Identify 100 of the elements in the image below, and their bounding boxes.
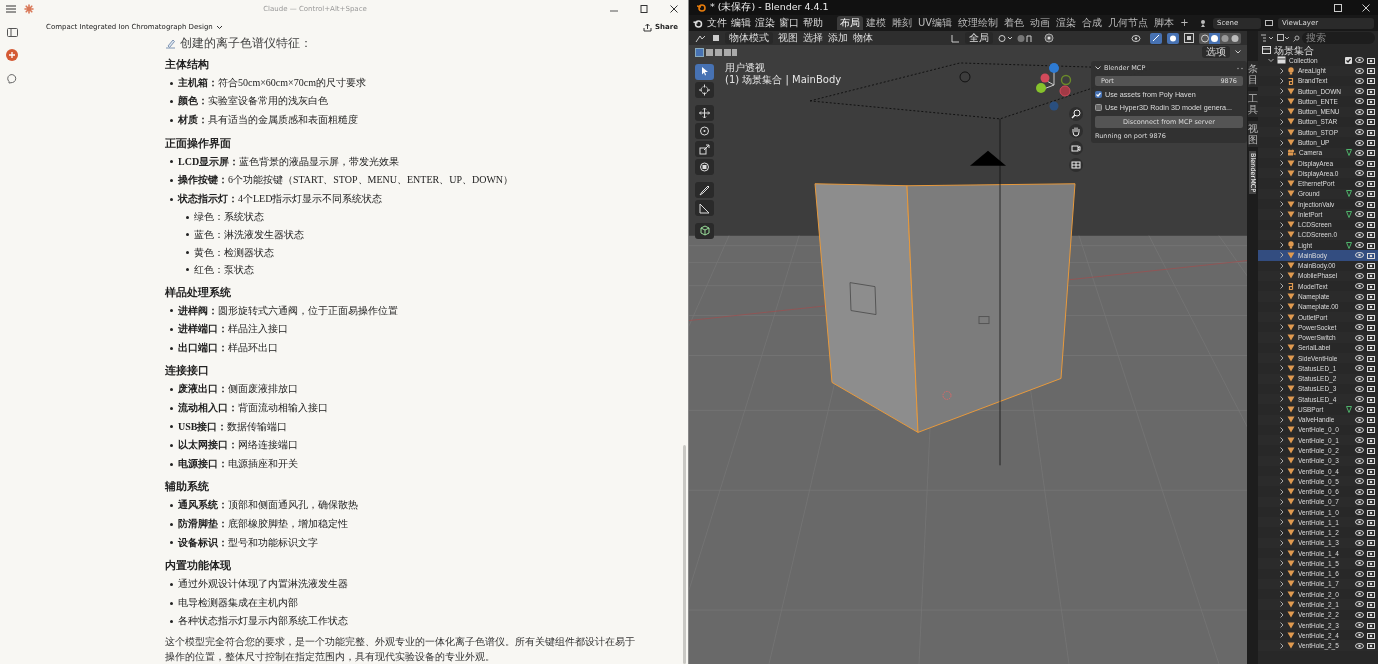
workspace-tab[interactable]: 合成 [1079,16,1106,30]
camera-icon[interactable] [1367,375,1375,383]
data-icon[interactable] [1346,149,1352,157]
camera-icon[interactable] [1367,231,1375,239]
eye-icon[interactable] [1355,396,1364,403]
menu-item[interactable]: 文件 [707,17,727,29]
camera-icon[interactable] [1367,293,1375,300]
workspace-tab[interactable]: 动画 [1027,16,1054,30]
eye-icon[interactable] [1355,77,1364,84]
eye-icon[interactable] [1355,529,1364,536]
select-tool-icon[interactable] [695,64,714,80]
axes-icon[interactable] [950,33,960,43]
camera-icon[interactable] [1367,56,1375,64]
camera-icon[interactable] [1367,395,1375,403]
sidebar-tab[interactable]: 条目 [1247,61,1258,87]
camera-icon[interactable] [1367,539,1375,547]
menu-item[interactable]: 物体 [853,32,873,44]
eye-icon[interactable] [1355,252,1364,259]
camera-icon[interactable] [1367,549,1375,557]
camera-icon[interactable] [1367,210,1375,218]
eye-icon[interactable] [1355,406,1364,413]
workspace-tab[interactable]: 纹理绘制 [955,16,1002,30]
data-icon[interactable] [1346,405,1352,413]
eye-icon[interactable] [1355,632,1364,639]
eye-icon[interactable] [1355,447,1364,454]
eye-icon[interactable] [1355,160,1364,167]
menu-item[interactable]: 编辑 [731,17,751,29]
eye-icon[interactable] [1355,242,1364,249]
zoom-icon[interactable] [1069,107,1083,121]
eye-icon[interactable] [1355,88,1364,95]
filter-icon[interactable] [1277,34,1289,42]
sidebar-icon[interactable] [6,28,18,37]
camera-icon[interactable] [1367,447,1375,454]
checkbox[interactable] [1095,104,1102,111]
camera-icon[interactable] [1367,108,1375,116]
eye-icon[interactable] [1355,355,1364,362]
scrollbar-thumb[interactable] [683,445,686,664]
eye-icon[interactable] [1355,539,1364,546]
workspace-tab[interactable]: 着色 [1001,16,1028,30]
camera-icon[interactable] [1367,611,1375,619]
eye-icon[interactable] [1355,129,1364,136]
eye-icon[interactable] [1355,550,1364,557]
eye-icon[interactable] [1355,98,1364,105]
search-field[interactable]: 搜索 [1302,32,1375,44]
eye-icon[interactable] [1355,303,1364,310]
eye-icon[interactable] [1355,324,1364,331]
chat-icon[interactable] [6,73,18,84]
menu-item[interactable]: 窗口 [779,17,799,29]
eye-icon[interactable] [1355,67,1364,74]
move-tool-icon[interactable] [695,105,714,121]
cube-icon[interactable] [712,34,720,42]
eye-icon[interactable] [1355,457,1364,464]
camera-icon[interactable] [1367,200,1375,208]
eye-icon[interactable] [1355,375,1364,382]
camera-icon[interactable] [1367,323,1375,331]
eye-icon[interactable] [1355,580,1364,587]
workspace-tab[interactable]: 几何节点 [1105,16,1152,30]
camera-icon[interactable] [1367,180,1375,188]
camera-icon[interactable] [1367,488,1375,496]
gizmo-toggle-icon[interactable] [1150,32,1162,44]
orientation-dropdown[interactable]: 全局 [964,32,993,44]
eye-icon[interactable] [1355,622,1364,628]
camera-icon[interactable] [1367,385,1375,393]
eye-icon[interactable] [1355,221,1364,228]
eye-icon[interactable] [1355,426,1364,433]
eye-icon[interactable] [1355,385,1364,392]
eye-icon[interactable] [1355,262,1364,269]
workspace-tab[interactable]: 建模 [863,16,889,30]
cursor-tool-icon[interactable] [695,82,714,98]
eye-icon[interactable] [1355,509,1364,516]
annotate-tool-icon[interactable] [695,182,714,198]
camera-icon[interactable] [1367,416,1375,424]
hand-icon[interactable] [1069,124,1083,138]
maximize-icon[interactable] [640,5,648,13]
camera-icon[interactable] [1367,334,1375,342]
eye-icon[interactable] [1355,180,1364,187]
camera-icon[interactable] [1367,405,1375,413]
eye-icon[interactable] [1355,488,1364,495]
camera-icon[interactable] [1367,518,1375,526]
menu-item[interactable]: 添加 [828,32,848,44]
camera-icon[interactable] [1367,118,1375,126]
measure-tool-icon[interactable] [695,200,714,216]
camera-icon[interactable] [1367,67,1375,75]
camera-icon[interactable] [1367,621,1375,629]
transform-icon[interactable] [695,33,707,43]
camera-icon[interactable] [1367,477,1375,485]
sidebar-tab[interactable]: 工具 [1247,91,1258,117]
workspace-tab[interactable]: 布局 [837,16,863,30]
camera-icon[interactable] [1367,529,1375,537]
add-cube-tool-icon[interactable] [695,223,714,239]
sidebar-tab[interactable]: 视图 [1247,121,1258,147]
camera-icon[interactable] [1367,272,1375,280]
workspace-tab[interactable]: UV编辑 [915,16,956,30]
menu-item[interactable]: 视图 [778,32,798,44]
selection-mode-icon[interactable] [695,47,737,57]
data-icon[interactable] [1346,190,1352,198]
eye-icon[interactable] [1355,560,1364,567]
data-icon[interactable] [1346,241,1352,249]
eye-icon[interactable] [1355,334,1364,341]
eye-icon[interactable] [1355,478,1364,485]
